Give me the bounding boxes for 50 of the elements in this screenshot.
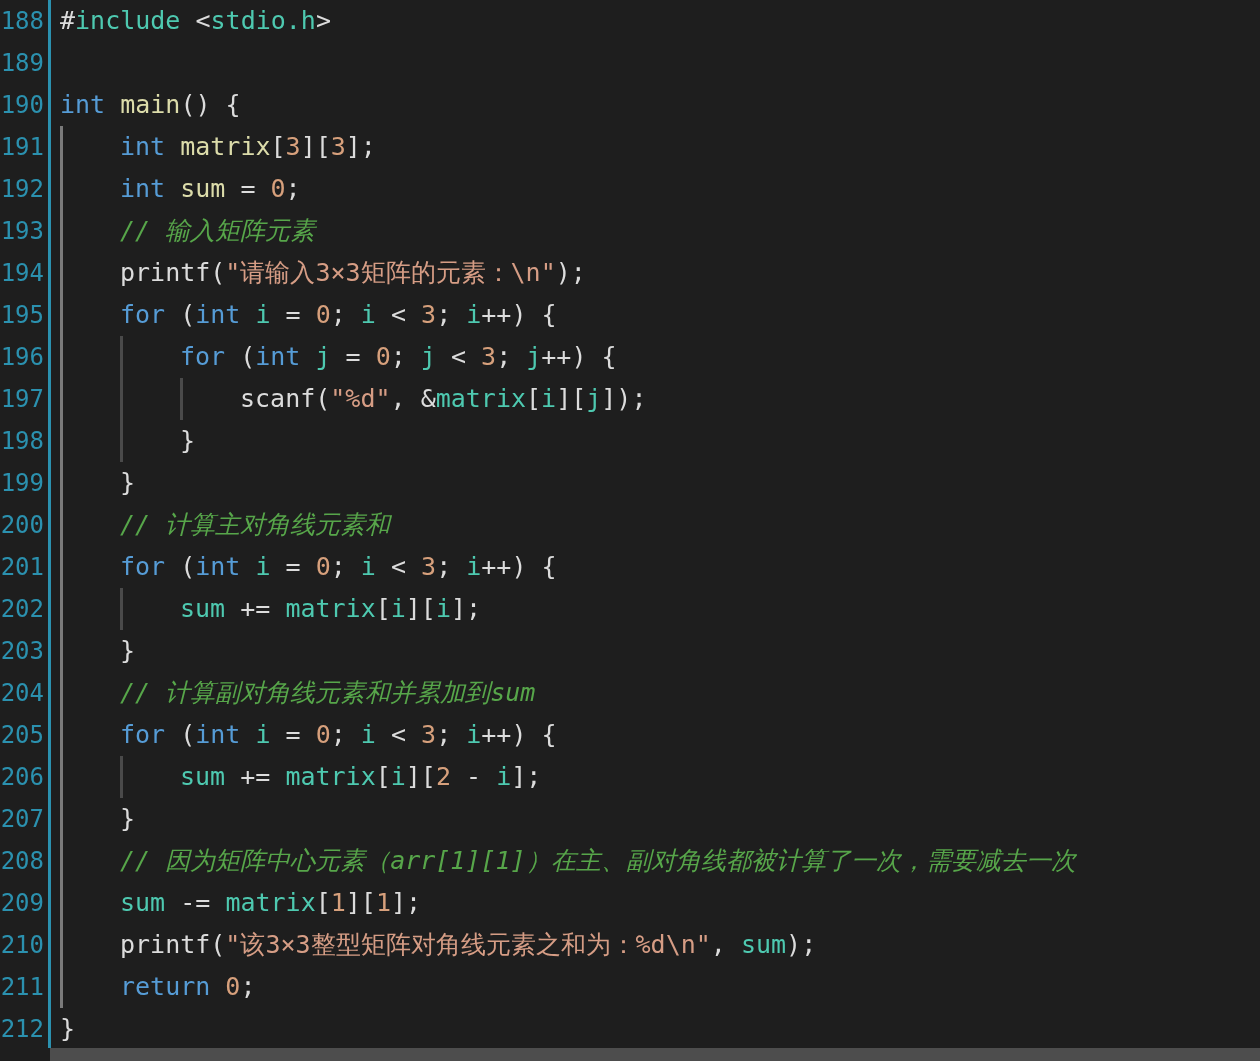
code-line: int matrix[3][3]; xyxy=(120,131,376,163)
code-line: } xyxy=(180,425,196,457)
line-number: 193 xyxy=(0,216,45,247)
code-line: printf("请输入3×3矩阵的元素：\n"); xyxy=(120,257,586,289)
line-number: 200 xyxy=(0,510,45,541)
line-number: 202 xyxy=(0,594,45,625)
code-line: sum += matrix[i][2 - i]; xyxy=(180,761,542,793)
line-number: 192 xyxy=(0,174,45,205)
code-line: int sum = 0; xyxy=(120,173,301,205)
line-number: 206 xyxy=(0,762,45,793)
line-number: 195 xyxy=(0,300,45,331)
code-line: for (int i = 0; i < 3; i++) { xyxy=(120,299,557,331)
line-number: 194 xyxy=(0,258,45,289)
line-number: 209 xyxy=(0,888,45,919)
code-line: sum += matrix[i][i]; xyxy=(180,593,482,625)
code-line: } xyxy=(120,467,136,499)
line-number: 189 xyxy=(0,48,45,79)
code-line: } xyxy=(60,1013,76,1045)
line-number: 188 xyxy=(0,6,45,37)
code-line: int main() { xyxy=(60,89,241,121)
line-number: 212 xyxy=(0,1014,45,1045)
line-number: 208 xyxy=(0,846,45,877)
line-number: 210 xyxy=(0,930,45,961)
line-number: 205 xyxy=(0,720,45,751)
line-number: 199 xyxy=(0,468,45,499)
code-line: for (int i = 0; i < 3; i++) { xyxy=(120,551,557,583)
code-line: printf("该3×3整型矩阵对角线元素之和为：%d\n", sum); xyxy=(120,929,817,961)
line-number: 196 xyxy=(0,342,45,373)
code-line: scanf("%d", &matrix[i][j]); xyxy=(240,383,647,415)
code-line: for (int i = 0; i < 3; i++) { xyxy=(120,719,557,751)
code-comment: // 计算副对角线元素和并累加到sum xyxy=(120,677,536,709)
code-line: } xyxy=(120,635,136,667)
line-number: 204 xyxy=(0,678,45,709)
code-comment: // 输入矩阵元素 xyxy=(120,215,316,247)
line-number: 207 xyxy=(0,804,45,835)
line-number: 211 xyxy=(0,972,45,1003)
line-number: 201 xyxy=(0,552,45,583)
code-line: } xyxy=(120,803,136,835)
code-comment: // 计算主对角线元素和 xyxy=(120,509,391,541)
line-number: 197 xyxy=(0,384,45,415)
code-line: for (int j = 0; j < 3; j++) { xyxy=(180,341,617,373)
line-number: 198 xyxy=(0,426,45,457)
code-comment: // 因为矩阵中心元素（arr[1][1]）在主、副对角线都被计算了一次，需要减去一次 xyxy=(120,845,1076,877)
horizontal-scrollbar[interactable] xyxy=(50,1048,1260,1061)
code-line: return 0; xyxy=(120,971,256,1003)
line-number: 190 xyxy=(0,90,45,121)
line-number: 203 xyxy=(0,636,45,667)
line-number: 191 xyxy=(0,132,45,163)
code-line: sum -= matrix[1][1]; xyxy=(120,887,422,919)
code-line: #include <stdio.h> xyxy=(60,5,331,37)
